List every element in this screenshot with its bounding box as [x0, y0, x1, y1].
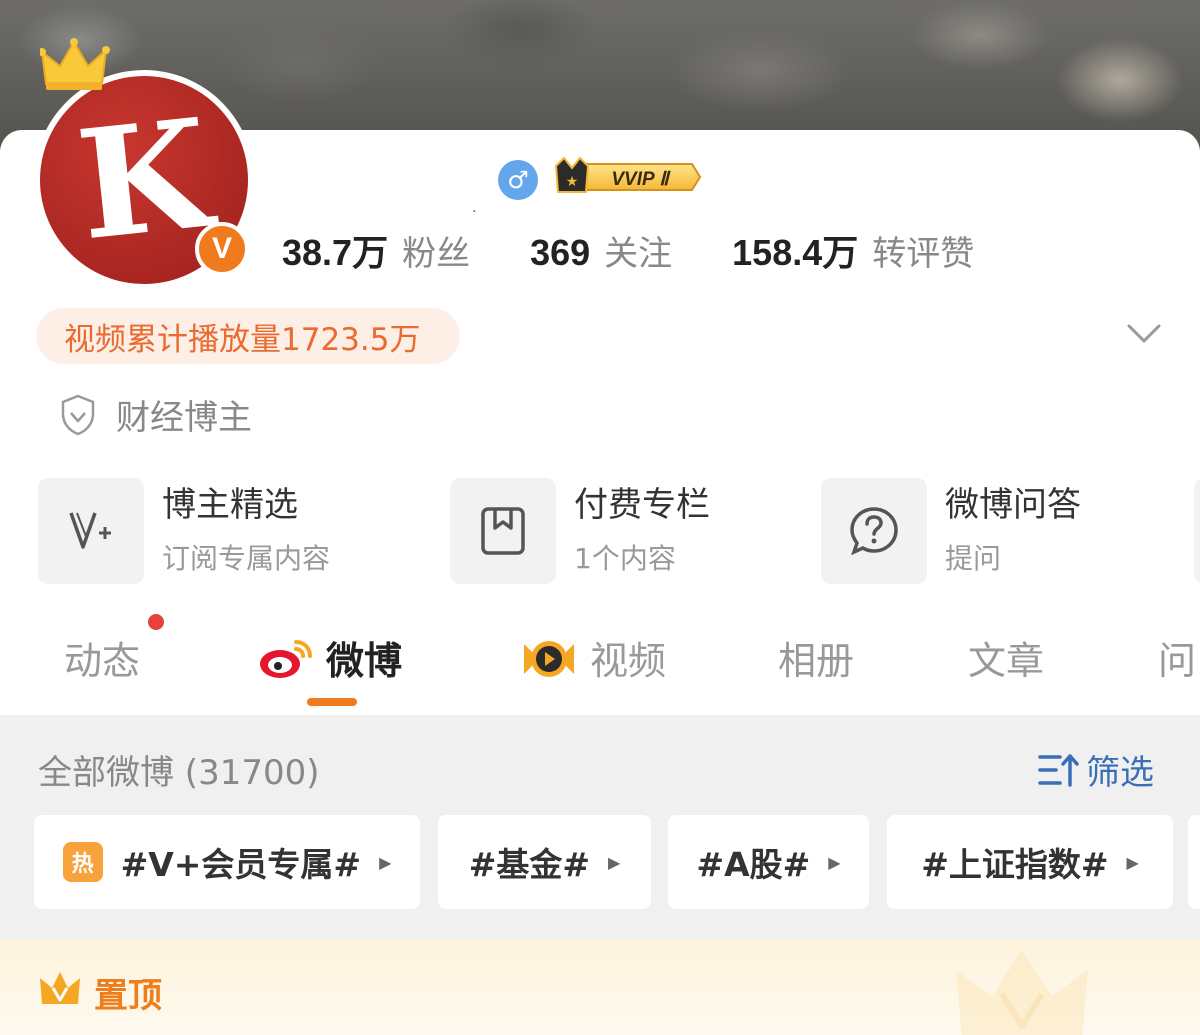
tab-label: 相册	[778, 639, 855, 683]
feature-subtitle: 订阅专属内容	[162, 542, 331, 576]
video-play-count: 视频累计播放量1723.5万	[36, 308, 460, 364]
shield-icon	[61, 394, 95, 435]
tab-album[interactable]: 相册	[778, 630, 854, 685]
stat-value: 369	[530, 232, 591, 273]
svg-text:★: ★	[566, 174, 579, 190]
stat-value: 158.4万	[732, 232, 859, 273]
chevron-down-icon[interactable]	[1126, 322, 1162, 346]
verification-text: 财经博主	[116, 398, 252, 438]
active-tab-indicator	[307, 698, 357, 706]
topic-label: #基金#	[468, 845, 590, 884]
topic-chip-overflow[interactable]	[1188, 815, 1200, 909]
feature-title: 微博问答	[945, 484, 1081, 525]
feature-title: 博主精选	[162, 484, 298, 525]
stat-label: 粉丝	[402, 234, 471, 274]
topic-chip[interactable]: #上证指数# ▶	[887, 815, 1173, 909]
all-weibo-count: 全部微博 (31700)	[38, 753, 320, 793]
caret-right-icon: ▶	[1126, 852, 1139, 872]
feature-title: 付费专栏	[574, 484, 710, 525]
caret-right-icon: ▶	[608, 852, 621, 872]
feature-qa[interactable]: 微博问答 提问	[821, 478, 1081, 584]
pinned-label: 置顶	[94, 976, 162, 1016]
question-icon	[821, 478, 927, 584]
caret-right-icon: ▶	[379, 852, 392, 872]
tab-qa[interactable]: 问	[1158, 630, 1196, 685]
tab-articles[interactable]: 文章	[968, 630, 1044, 685]
feature-overflow-tile[interactable]	[1194, 478, 1200, 584]
tab-label: 视频	[590, 639, 667, 683]
crown-icon	[40, 972, 80, 1004]
feature-subtitle: 提问	[945, 542, 1002, 576]
tab-label: 问	[1158, 639, 1197, 683]
hot-icon: 热	[62, 842, 103, 882]
crown-watermark-icon	[956, 950, 1088, 1035]
topic-chip[interactable]: #基金# ▶	[438, 815, 651, 909]
profile-tabs: 动态 微博 视频 相册 文章 问	[0, 614, 1200, 715]
topic-chip[interactable]: 热 #V+会员专属# ▶	[34, 815, 420, 909]
feature-subtitle: 1个内容	[574, 542, 676, 576]
v-plus-icon	[38, 478, 144, 584]
tab-video[interactable]: 视频	[520, 630, 666, 685]
tab-label: 微博	[326, 639, 403, 683]
tab-label: 文章	[968, 639, 1045, 683]
feature-selected[interactable]: 博主精选 订阅专属内容	[38, 478, 330, 584]
username: .	[472, 200, 477, 216]
topic-label: #A股#	[696, 845, 811, 884]
filter-button[interactable]: 筛选	[1038, 745, 1154, 794]
avatar-container[interactable]: K V	[30, 38, 260, 290]
avatar-letter: K	[69, 85, 219, 275]
male-gender-icon: ♂	[498, 160, 538, 200]
topic-label: #上证指数#	[921, 845, 1109, 884]
stat-following[interactable]: 369 关注	[530, 226, 672, 275]
topic-chip[interactable]: #A股# ▶	[668, 815, 869, 909]
crown-icon	[40, 38, 110, 90]
pinned-post-header: 置顶	[0, 940, 1200, 1035]
verification-info: 财经博主	[60, 390, 252, 439]
stat-label: 关注	[604, 234, 673, 274]
topic-label: #V+会员专属#	[120, 845, 362, 884]
verified-badge: V	[195, 222, 249, 276]
vvip-badge-text: VVIP Ⅱ	[611, 169, 671, 190]
video-play-icon	[524, 640, 574, 677]
profile-stats: 38.7万 粉丝 369 关注 158.4万 转评赞	[282, 224, 1034, 276]
bookmark-icon	[450, 478, 556, 584]
stat-followers[interactable]: 38.7万 粉丝	[282, 224, 470, 276]
filter-label: 筛选	[1086, 753, 1154, 793]
caret-right-icon: ▶	[828, 852, 841, 872]
feed-header: 全部微博 (31700) 筛选 热 #V+会员专属# ▶ #基金# ▶ #A股#…	[0, 715, 1200, 940]
stat-value: 38.7万	[282, 232, 389, 273]
notification-dot	[148, 614, 164, 630]
feature-paid-column[interactable]: 付费专栏 1个内容	[450, 478, 710, 584]
tab-label: 动态	[64, 639, 141, 683]
weibo-icon	[260, 639, 312, 678]
vvip-badge[interactable]: ★ VVIP Ⅱ	[552, 156, 702, 198]
stat-label: 转评赞	[872, 234, 975, 274]
tab-weibo[interactable]: 微博	[258, 630, 402, 685]
stat-interactions[interactable]: 158.4万 转评赞	[732, 224, 974, 276]
filter-icon	[1038, 753, 1079, 787]
tab-dynamics[interactable]: 动态	[64, 630, 140, 685]
